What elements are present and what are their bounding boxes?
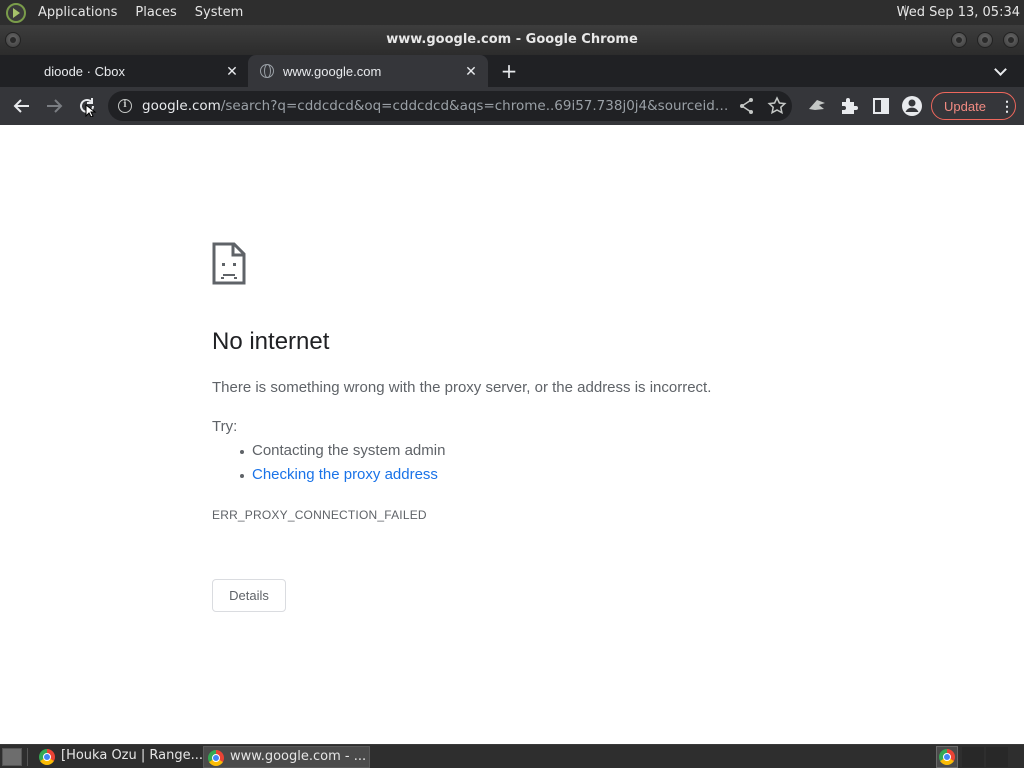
error-title: No internet (212, 328, 330, 355)
close-window-icon[interactable] (1003, 32, 1019, 48)
workspace-2[interactable] (986, 747, 1008, 767)
maximize-icon[interactable] (977, 32, 993, 48)
distro-logo-icon[interactable] (6, 2, 26, 23)
tab-search-chevron-icon[interactable] (991, 62, 1011, 82)
taskbar-separator (27, 748, 28, 766)
side-panel-icon[interactable] (870, 95, 892, 117)
tab-google[interactable]: www.google.com ✕ (248, 55, 488, 87)
profile-avatar-icon[interactable] (901, 95, 923, 117)
reload-icon[interactable] (76, 95, 98, 117)
top-panel: Applications Places System Wed Sep 13, 0… (0, 0, 1024, 25)
tab-label: dioode · Cbox (44, 64, 125, 79)
taskbar-item-label: [Houka Ozu | Range... (61, 748, 203, 763)
window-title: www.google.com - Google Chrome (386, 32, 638, 47)
url-text[interactable]: google.com/search?q=cddcdcd&oq=cddcdcd&a… (142, 98, 732, 114)
chrome-icon (208, 750, 224, 766)
back-arrow-icon[interactable] (11, 95, 33, 117)
minimize-icon[interactable] (951, 32, 967, 48)
chrome-icon (39, 749, 55, 765)
tray-chrome-icon[interactable] (936, 746, 958, 768)
bottom-taskbar: [Houka Ozu | Range... www.google.com - .… (0, 744, 1024, 768)
forward-arrow-icon[interactable] (43, 95, 65, 117)
tab-cbox[interactable]: dioode · Cbox ✕ (0, 55, 247, 87)
close-tab-icon[interactable]: ✕ (223, 62, 241, 80)
taskbar-item-label: www.google.com - ... (230, 749, 367, 764)
page-content: No internet There is something wrong wit… (0, 126, 1024, 744)
share-icon[interactable] (736, 95, 758, 117)
tab-label: www.google.com (283, 64, 382, 79)
menu-system[interactable]: System (191, 5, 247, 20)
kebab-menu-icon[interactable]: ⋮ (1000, 98, 1014, 115)
workspace-1[interactable] (962, 747, 984, 767)
check-proxy-link[interactable]: Checking the proxy address (252, 466, 438, 483)
close-tab-icon[interactable]: ✕ (462, 62, 480, 80)
update-label: Update (944, 99, 986, 114)
menu-applications[interactable]: Applications (34, 5, 121, 20)
browser-toolbar: i google.com/search?q=cddcdcd&oq=cddcdcd… (0, 87, 1024, 125)
extension-wing-icon[interactable] (806, 95, 828, 117)
error-description: There is something wrong with the proxy … (212, 379, 712, 396)
taskbar-item-google[interactable]: www.google.com - ... (203, 746, 370, 768)
address-bar[interactable]: i google.com/search?q=cddcdcd&oq=cddcdcd… (108, 91, 792, 121)
error-code: ERR_PROXY_CONNECTION_FAILED (212, 508, 427, 522)
bookmark-star-icon[interactable] (766, 95, 788, 117)
suggestion-check-proxy[interactable]: Checking the proxy address (239, 466, 445, 490)
update-button[interactable]: Update ⋮ (931, 92, 1016, 120)
try-label: Try: (212, 418, 238, 435)
url-host: google.com (142, 98, 221, 114)
suggestion-contact-admin: Contacting the system admin (239, 442, 445, 466)
clock[interactable]: Wed Sep 13, 05:34 (897, 0, 1020, 25)
suggestions-list: Contacting the system admin Checking the… (239, 442, 445, 490)
chrome-icon (939, 749, 955, 765)
menu-places[interactable]: Places (131, 5, 180, 20)
window-titlebar[interactable]: www.google.com - Google Chrome (0, 25, 1024, 55)
taskbar-item-houka[interactable]: [Houka Ozu | Range... (35, 746, 203, 768)
new-tab-button[interactable]: + (499, 61, 519, 82)
globe-icon (260, 64, 274, 78)
site-info-icon[interactable]: i (118, 99, 132, 113)
sad-page-icon (212, 242, 246, 285)
details-button[interactable]: Details (212, 579, 286, 612)
show-desktop-icon[interactable] (2, 748, 22, 766)
url-path: /search?q=cddcdcd&oq=cddcdcd&aqs=chrome.… (220, 98, 732, 114)
extensions-puzzle-icon[interactable] (838, 95, 860, 117)
